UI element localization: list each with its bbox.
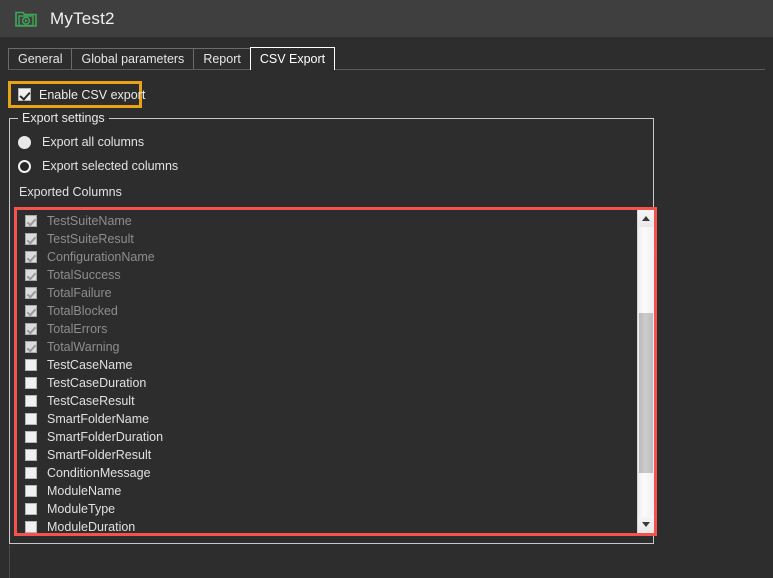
column-label: TotalBlocked <box>47 304 118 318</box>
column-label: TestCaseName <box>47 358 133 372</box>
list-item[interactable]: TotalFailure <box>17 284 636 302</box>
tab-global-parameters[interactable]: Global parameters <box>71 48 195 70</box>
column-checkbox <box>25 305 37 317</box>
list-item[interactable]: SmartFolderResult <box>17 446 636 464</box>
list-item[interactable]: TestCaseName <box>17 356 636 374</box>
scroll-up-icon <box>642 216 650 221</box>
export-selected-columns-radio[interactable] <box>18 159 31 173</box>
column-label: SmartFolderDuration <box>47 430 164 444</box>
list-item[interactable]: SmartFolderName <box>17 410 636 428</box>
list-item[interactable]: TestSuiteResult <box>17 230 636 248</box>
export-all-columns-radio[interactable] <box>18 135 31 149</box>
tab-bar: General Global parameters Report CSV Exp… <box>0 46 773 70</box>
list-item[interactable]: ModuleName <box>17 482 636 500</box>
exported-columns-highlight: TestSuiteName TestSuiteResult Configuratio… <box>14 207 657 536</box>
list-item[interactable]: TestCaseResult <box>17 392 636 410</box>
list-item[interactable]: ConfigurationName <box>17 248 636 266</box>
exported-columns-list: TestSuiteName TestSuiteResult Configuratio… <box>17 212 636 533</box>
exported-columns-label: Exported Columns <box>19 185 122 199</box>
scrollbar-thumb[interactable] <box>639 313 653 473</box>
column-label: TotalErrors <box>47 322 108 336</box>
list-item[interactable]: TotalSuccess <box>17 266 636 284</box>
tab-report[interactable]: Report <box>193 48 251 70</box>
column-label: SmartFolderName <box>47 412 150 426</box>
enable-csv-export-checkbox[interactable] <box>18 88 31 101</box>
list-item[interactable]: ConditionMessage <box>17 464 636 482</box>
list-item[interactable]: SmartFolderDuration <box>17 428 636 446</box>
column-checkbox <box>25 251 37 263</box>
column-checkbox <box>25 269 37 281</box>
column-label: TotalFailure <box>47 286 112 300</box>
list-item[interactable]: ModuleType <box>17 500 636 518</box>
export-settings-title: Export settings <box>18 111 109 125</box>
scroll-down-button[interactable] <box>638 516 654 533</box>
column-label: ConfigurationName <box>47 250 155 264</box>
column-checkbox[interactable] <box>25 377 37 389</box>
bottom-rail <box>9 545 10 578</box>
tab-general[interactable]: General <box>8 48 73 70</box>
list-item[interactable]: TotalBlocked <box>17 302 636 320</box>
title-bar: MyTest2 <box>0 0 773 38</box>
column-checkbox[interactable] <box>25 521 37 533</box>
column-checkbox[interactable] <box>25 449 37 461</box>
column-label: ModuleName <box>47 484 122 498</box>
scroll-down-icon <box>642 522 650 527</box>
exported-columns-listbox[interactable]: TestSuiteName TestSuiteResult Configuratio… <box>17 210 654 533</box>
column-checkbox[interactable] <box>25 413 37 425</box>
export-all-columns-row[interactable]: Export all columns <box>18 135 144 149</box>
column-label: TestSuiteName <box>47 214 132 228</box>
column-checkbox <box>25 341 37 353</box>
list-item[interactable]: TotalErrors <box>17 320 636 338</box>
tab-underline <box>8 69 765 70</box>
column-checkbox[interactable] <box>25 431 37 443</box>
export-selected-columns-row[interactable]: Export selected columns <box>18 159 178 173</box>
window-title: MyTest2 <box>50 8 115 28</box>
scroll-up-button[interactable] <box>638 210 654 227</box>
column-label: TestSuiteResult <box>47 232 134 246</box>
column-checkbox <box>25 215 37 227</box>
column-checkbox[interactable] <box>25 485 37 497</box>
column-label: TotalWarning <box>47 340 120 354</box>
column-label: ConditionMessage <box>47 466 151 480</box>
list-item[interactable]: TotalWarning <box>17 338 636 356</box>
list-item[interactable]: TestCaseDuration <box>17 374 636 392</box>
enable-csv-export-label: Enable CSV export <box>39 87 146 102</box>
column-label: TotalSuccess <box>47 268 121 282</box>
export-all-columns-label: Export all columns <box>42 135 145 149</box>
enable-csv-export-row[interactable]: Enable CSV export <box>8 81 146 108</box>
list-item[interactable]: TestSuiteName <box>17 212 636 230</box>
column-checkbox <box>25 323 37 335</box>
column-checkbox[interactable] <box>25 467 37 479</box>
column-checkbox <box>25 233 37 245</box>
column-label: ModuleDuration <box>47 520 136 533</box>
column-checkbox[interactable] <box>25 359 37 371</box>
folder-play-icon <box>14 7 38 31</box>
export-selected-columns-label: Export selected columns <box>42 159 179 173</box>
column-checkbox <box>25 287 37 299</box>
column-label: TestCaseResult <box>47 394 135 408</box>
column-label: SmartFolderResult <box>47 448 152 462</box>
column-label: ModuleType <box>47 502 116 516</box>
tab-csv-export[interactable]: CSV Export <box>249 47 336 70</box>
column-label: TestCaseDuration <box>47 376 147 390</box>
column-checkbox[interactable] <box>25 503 37 515</box>
column-checkbox[interactable] <box>25 395 37 407</box>
list-scrollbar[interactable] <box>637 210 654 533</box>
list-item[interactable]: ModuleDuration <box>17 518 636 533</box>
